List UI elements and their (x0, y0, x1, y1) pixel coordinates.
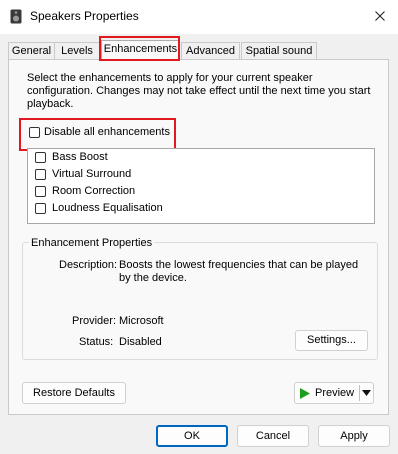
list-item[interactable]: Room Correction (52, 185, 135, 197)
list-item[interactable]: Virtual Surround (52, 168, 131, 180)
provider-label: Provider: (72, 315, 117, 327)
bass-boost-checkbox[interactable] (35, 152, 46, 163)
loudness-equalisation-checkbox[interactable] (35, 203, 46, 214)
tab-general[interactable]: General (8, 42, 55, 60)
virtual-surround-checkbox[interactable] (35, 169, 46, 180)
restore-defaults-button[interactable]: Restore Defaults (22, 382, 126, 404)
split-separator (359, 385, 360, 401)
tab-advanced[interactable]: Advanced (181, 42, 240, 60)
description-value: Boosts the lowest frequencies that can b… (119, 259, 359, 284)
instruction-text: Select the enhancements to apply for you… (27, 72, 371, 110)
preview-button[interactable]: Preview (294, 382, 374, 404)
ok-button[interactable]: OK (156, 425, 228, 447)
button-label: Settings... (307, 334, 356, 346)
group-title: Enhancement Properties (29, 237, 155, 249)
description-label: Description: (59, 259, 118, 271)
close-button[interactable] (362, 0, 398, 32)
tab-label: General (11, 45, 52, 57)
tab-label: Levels (61, 45, 93, 57)
apply-button[interactable]: Apply (318, 425, 390, 447)
play-icon (300, 388, 310, 399)
tab-levels[interactable]: Levels (54, 42, 100, 60)
title-bar: Speakers Properties (0, 0, 398, 34)
dropdown-arrow-icon[interactable] (362, 390, 371, 396)
status-value: Disabled (119, 336, 162, 348)
button-label: Restore Defaults (33, 387, 115, 399)
button-label: Cancel (255, 430, 291, 442)
close-icon (375, 11, 385, 21)
disable-all-checkbox[interactable] (29, 127, 40, 138)
window-title: Speakers Properties (30, 9, 139, 23)
settings-button[interactable]: Settings... (295, 330, 368, 351)
room-correction-checkbox[interactable] (35, 186, 46, 197)
button-label: Apply (340, 430, 368, 442)
button-label: Preview (315, 387, 355, 399)
status-label: Status: (79, 336, 114, 348)
button-label: OK (184, 430, 200, 442)
list-item[interactable]: Loudness Equalisation (52, 202, 163, 214)
tab-highlight-box (99, 36, 180, 61)
disable-all-label[interactable]: Disable all enhancements (44, 126, 170, 138)
tab-label: Advanced (186, 45, 235, 57)
provider-value: Microsoft (119, 315, 164, 327)
tab-spatial-sound[interactable]: Spatial sound (241, 42, 317, 60)
tab-label: Spatial sound (245, 45, 313, 57)
cancel-button[interactable]: Cancel (237, 425, 309, 447)
list-item[interactable]: Bass Boost (52, 151, 108, 163)
speaker-icon (10, 9, 22, 24)
